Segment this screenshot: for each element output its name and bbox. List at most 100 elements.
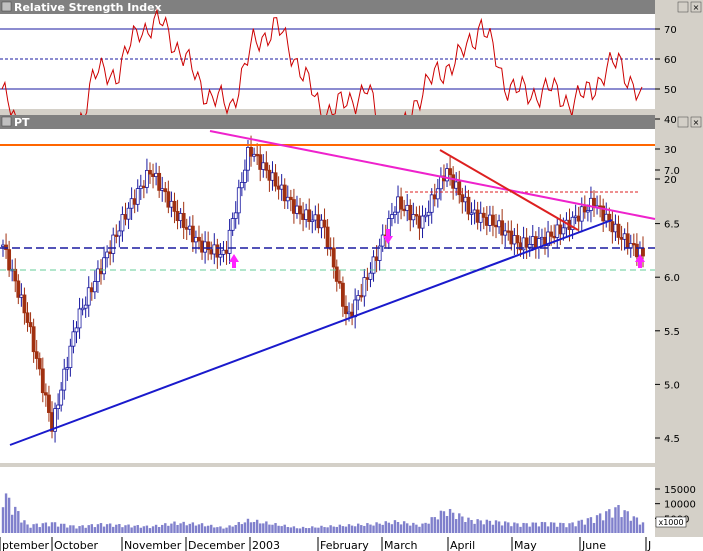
candle-body bbox=[527, 244, 532, 248]
volume-bar bbox=[629, 520, 632, 533]
candle-body bbox=[25, 312, 30, 323]
candle-body bbox=[631, 243, 636, 246]
candle-body bbox=[157, 172, 162, 191]
volume-bar bbox=[317, 527, 320, 533]
volume-bar bbox=[108, 523, 112, 533]
volume-bar bbox=[562, 523, 565, 533]
volume-bar bbox=[105, 524, 109, 533]
candle-body bbox=[187, 225, 192, 230]
volume-bar bbox=[608, 509, 611, 533]
candle-body bbox=[132, 198, 137, 205]
candle-body bbox=[92, 281, 97, 293]
volume-bar bbox=[139, 527, 142, 533]
volume-bar bbox=[390, 524, 394, 533]
rsi-close-icon: × bbox=[693, 3, 700, 12]
candle-body bbox=[249, 147, 253, 157]
candle-body bbox=[138, 185, 143, 189]
volume-bar bbox=[635, 517, 639, 533]
volume-bar bbox=[203, 526, 207, 533]
volume-bar bbox=[341, 526, 345, 533]
candle-body bbox=[641, 247, 645, 257]
candle-body bbox=[313, 214, 318, 221]
candle-body bbox=[13, 268, 18, 282]
volume-bar bbox=[145, 525, 149, 533]
volume-bar bbox=[510, 526, 513, 533]
candle-body bbox=[37, 358, 42, 370]
volume-bar bbox=[559, 522, 562, 533]
rsi-minimize-button[interactable] bbox=[677, 1, 689, 13]
candle-body bbox=[460, 194, 465, 203]
candle-body bbox=[365, 277, 370, 280]
volume-bar bbox=[295, 528, 299, 533]
candle-body bbox=[454, 181, 459, 189]
candle-body bbox=[518, 242, 523, 251]
rsi-menu-icon[interactable] bbox=[1, 1, 12, 12]
volume-bar bbox=[552, 522, 556, 533]
volume-bar bbox=[164, 523, 167, 533]
volume-bar bbox=[26, 524, 29, 533]
price-panel: PT × 7.0 6.5 6.0 5.5 5.0 4.5 bbox=[0, 115, 702, 463]
candle-body bbox=[429, 194, 434, 213]
volume-bar bbox=[38, 527, 41, 533]
candle-body bbox=[331, 247, 336, 268]
volume-bar bbox=[185, 525, 188, 533]
volume-bar bbox=[4, 493, 8, 533]
volume-bar bbox=[72, 525, 75, 533]
volume-bar bbox=[528, 526, 531, 533]
volume-bar bbox=[93, 527, 97, 533]
volume-bar bbox=[467, 517, 470, 533]
volume-bar bbox=[617, 505, 620, 533]
candle-body bbox=[408, 204, 413, 221]
candle-body bbox=[396, 196, 400, 213]
volume-bar bbox=[519, 526, 522, 533]
volume-bar bbox=[292, 526, 296, 533]
candle-body bbox=[224, 249, 229, 254]
volume-bar bbox=[632, 516, 636, 533]
volume-bar bbox=[99, 523, 103, 533]
candle-body bbox=[175, 211, 180, 222]
volume-bar bbox=[580, 519, 583, 533]
volume-bar bbox=[63, 523, 66, 533]
price-menu-icon[interactable] bbox=[1, 116, 12, 127]
candle-body bbox=[515, 235, 520, 244]
volume-bar bbox=[112, 526, 115, 533]
candle-body bbox=[466, 196, 471, 215]
volume-bar bbox=[344, 526, 348, 533]
candle-body bbox=[389, 214, 394, 219]
candle-body bbox=[236, 187, 241, 214]
volume-bar bbox=[549, 522, 553, 533]
volume-bar bbox=[87, 525, 90, 533]
volume-bar bbox=[396, 521, 400, 533]
candle-body bbox=[74, 327, 79, 333]
candle-body bbox=[65, 367, 70, 370]
candle-body bbox=[561, 227, 566, 235]
volume-bar bbox=[283, 524, 286, 533]
volume-bar bbox=[418, 526, 421, 533]
volume-bar bbox=[81, 525, 84, 533]
candle-body bbox=[356, 295, 361, 301]
price-tick-label: 5.0 bbox=[664, 380, 680, 391]
candle-body bbox=[22, 294, 27, 314]
candle-body bbox=[209, 249, 214, 255]
candle-body bbox=[108, 251, 113, 254]
volume-bar bbox=[540, 521, 544, 533]
volume-bar bbox=[216, 527, 219, 533]
candle-body bbox=[506, 230, 511, 233]
volume-bar bbox=[268, 524, 271, 533]
volume-bar bbox=[173, 521, 176, 533]
volume-bar bbox=[157, 527, 161, 533]
candle-body bbox=[472, 209, 477, 214]
candle-body bbox=[148, 169, 152, 175]
candle-body bbox=[325, 226, 330, 249]
candle-body bbox=[347, 311, 351, 315]
candle-body bbox=[89, 287, 94, 293]
month-label: November bbox=[124, 539, 182, 551]
volume-bar bbox=[479, 520, 482, 533]
volume-bar bbox=[393, 520, 397, 533]
candle-body bbox=[573, 215, 578, 218]
volume-bar bbox=[357, 523, 360, 533]
candle-body bbox=[215, 244, 220, 258]
price-minimize-button[interactable] bbox=[677, 116, 689, 128]
volume-bar bbox=[41, 523, 45, 533]
candle-body bbox=[276, 185, 281, 190]
